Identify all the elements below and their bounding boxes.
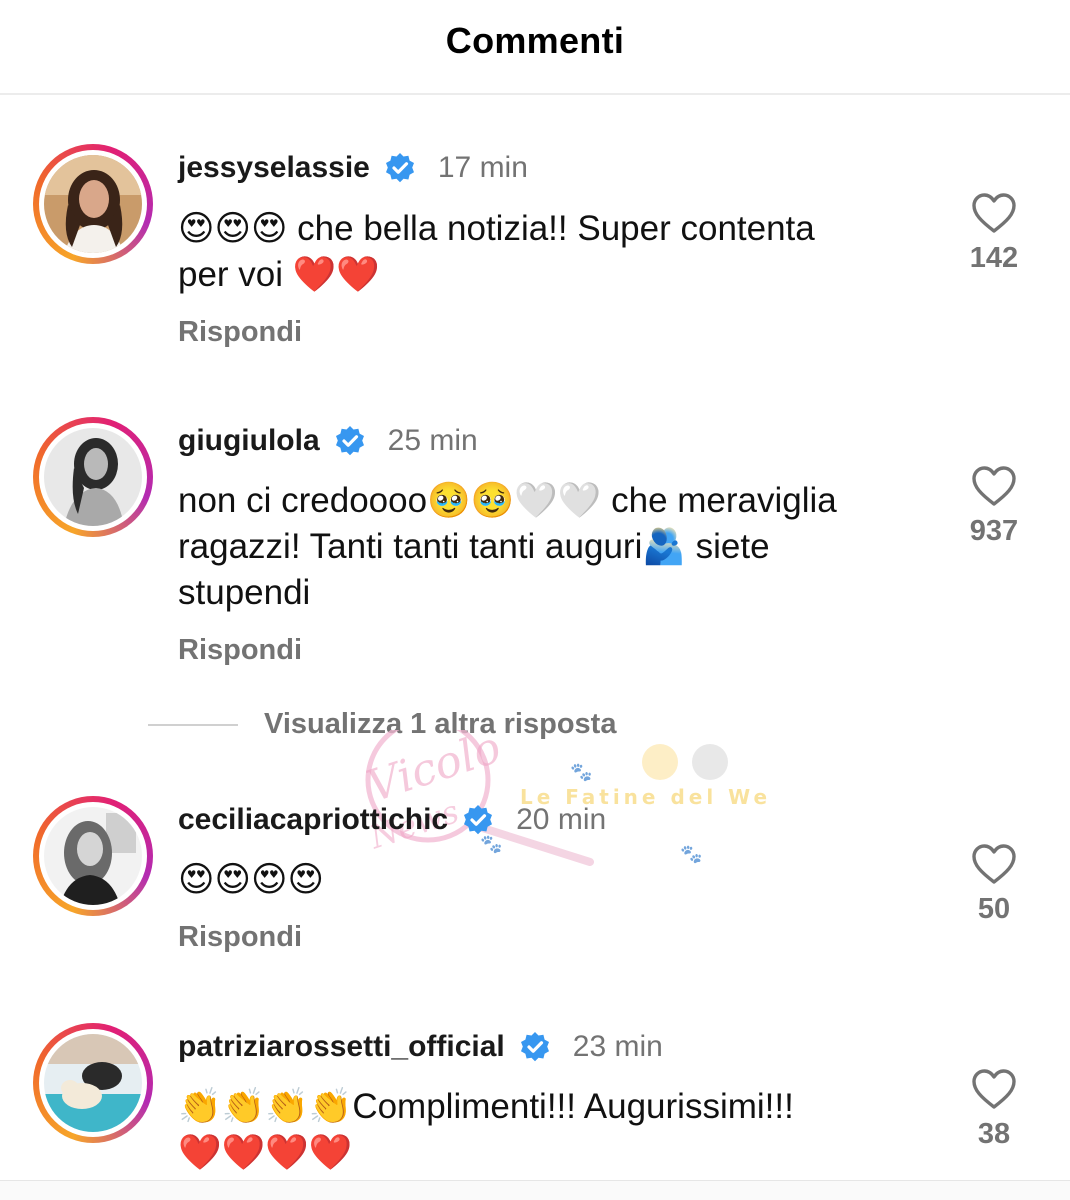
comment-time: 23 min	[572, 1030, 663, 1063]
comment-text: 👏👏👏👏Complimenti!!! Augurissimi!!! ❤️❤️❤️…	[178, 1084, 938, 1176]
comment-item: ceciliacapriottichic 20 min 😍😍😍😍 Rispond…	[0, 796, 1070, 966]
verified-badge-icon	[464, 805, 493, 835]
heart-outline-icon[interactable]	[971, 465, 1017, 507]
comment-text-line: ❤️❤️❤️❤️	[178, 1133, 353, 1172]
verified-badge-icon	[335, 426, 364, 456]
comment-text-line: 😍😍😍😍	[178, 860, 324, 899]
comment-text: 😍😍😍 che bella notizia!! Super contenta p…	[178, 206, 938, 298]
comments-header: Commenti	[0, 0, 1070, 95]
heart-outline-icon[interactable]	[971, 843, 1017, 885]
like-count: 937	[969, 515, 1019, 547]
verified-badge-icon	[385, 153, 414, 183]
like-count: 50	[977, 893, 1011, 925]
username[interactable]: giugiulola	[178, 424, 320, 458]
avatar	[44, 428, 142, 526]
avatar-story-ring[interactable]	[33, 1023, 153, 1143]
comment-text: 😍😍😍😍	[178, 857, 938, 903]
comment-text-line: stupendi	[178, 573, 311, 612]
like-control: 937	[950, 465, 1038, 548]
comment-text: non ci credoooo🥹🥹🤍🤍 che meraviglia ragaz…	[178, 478, 938, 616]
heart-outline-icon[interactable]	[971, 1068, 1017, 1110]
comment-item: jessyselassie 17 min 😍😍😍 che bella notiz…	[0, 144, 1070, 364]
reply-button[interactable]: Rispondi	[178, 634, 302, 667]
divider	[148, 723, 238, 726]
comment-text-line: non ci credoooo🥹🥹🤍🤍 che meraviglia	[178, 481, 837, 520]
comment-item: giugiulola 25 min non ci credoooo🥹🥹🤍🤍 ch…	[0, 417, 1070, 677]
comment-text-line: 👏👏👏👏Complimenti!!! Augurissimi!!!	[178, 1087, 794, 1126]
avatar-story-ring[interactable]	[33, 796, 153, 916]
svg-text:🐾: 🐾	[570, 762, 592, 782]
like-control: 50	[950, 843, 1038, 926]
avatar-story-ring[interactable]	[33, 417, 153, 537]
username[interactable]: ceciliacapriottichic	[178, 803, 448, 837]
like-control: 38	[950, 1068, 1038, 1151]
comment-text-line: ragazzi! Tanti tanti tanti auguri🫂 siete	[178, 527, 770, 566]
comment-meta: jessyselassie 17 min	[178, 148, 528, 188]
username[interactable]: patriziarossetti_official	[178, 1030, 505, 1064]
avatar	[44, 1034, 142, 1132]
comment-time: 25 min	[387, 424, 478, 457]
comment-meta: ceciliacapriottichic 20 min	[178, 800, 606, 840]
comment-text-line: 😍😍😍 che bella notizia!! Super contenta	[178, 209, 815, 248]
view-more-replies-button[interactable]: Visualizza 1 altra risposta	[148, 708, 616, 741]
verified-badge-icon	[520, 1032, 549, 1062]
avatar	[44, 155, 142, 253]
like-control: 142	[950, 192, 1038, 275]
comment-text-line: per voi ❤️❤️	[178, 255, 380, 294]
comment-meta: patriziarossetti_official 23 min	[178, 1027, 663, 1067]
like-count: 142	[969, 242, 1019, 274]
comment-meta: giugiulola 25 min	[178, 421, 478, 461]
comment-item: patriziarossetti_official 23 min 👏👏👏👏Com…	[0, 1023, 1070, 1180]
view-more-replies-label: Visualizza 1 altra risposta	[264, 708, 617, 740]
reply-button[interactable]: Rispondi	[178, 921, 302, 954]
comment-time: 20 min	[516, 803, 607, 836]
bottom-edge	[0, 1180, 1070, 1200]
like-count: 38	[977, 1118, 1011, 1150]
avatar-story-ring[interactable]	[33, 144, 153, 264]
comment-time: 17 min	[437, 151, 528, 184]
username[interactable]: jessyselassie	[178, 151, 370, 185]
avatar	[44, 807, 142, 905]
page-title: Commenti	[445, 20, 625, 61]
heart-outline-icon[interactable]	[971, 192, 1017, 234]
reply-button[interactable]: Rispondi	[178, 316, 302, 349]
